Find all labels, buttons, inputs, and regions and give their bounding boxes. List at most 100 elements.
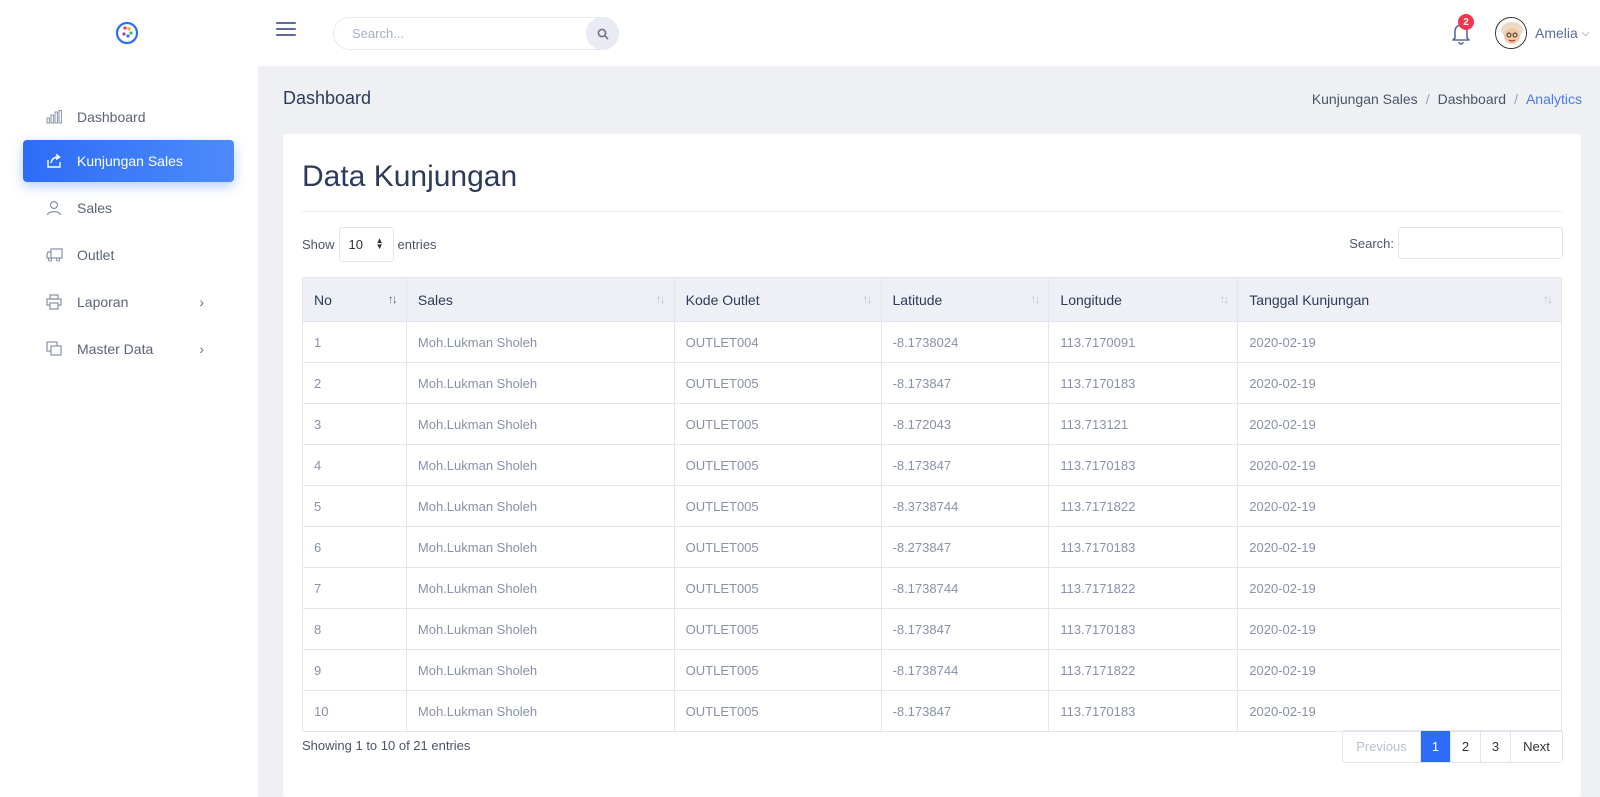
cell-no: 5: [302, 485, 407, 527]
cell-longitude: 113.7170183: [1048, 444, 1239, 486]
global-search-input[interactable]: [352, 18, 572, 49]
sidebar-item-label: Sales: [77, 200, 113, 216]
table-search-label: Search:: [1349, 235, 1394, 251]
copy-icon: [45, 340, 63, 358]
table-row: 5 Moh.Lukman Sholeh OUTLET005 -8.3738744 113…: [302, 485, 1562, 527]
truck-icon: [45, 246, 63, 264]
page-length-select[interactable]: 10 ▲ ▼: [338, 226, 394, 262]
table-row: 4 Moh.Lukman Sholeh OUTLET005 -8.173847 113.…: [302, 444, 1562, 486]
cell-latitude: -8.173847: [880, 444, 1050, 486]
column-header-latitude[interactable]: Latitude ↑↓: [880, 277, 1050, 322]
cell-kode-outlet: OUTLET005: [673, 485, 882, 527]
sort-icon: ↑↓: [655, 292, 666, 306]
column-header-kode-outlet[interactable]: Kode Outlet ↑↓: [673, 277, 882, 322]
show-label: Show: [302, 236, 335, 252]
cell-sales: Moh.Lukman Sholeh: [405, 485, 675, 527]
sort-arrows-icon: ▲ ▼: [375, 236, 384, 251]
app-logo-icon[interactable]: [114, 20, 140, 46]
user-name: Amelia: [1535, 25, 1578, 41]
cell-tanggal: 2020-02-19: [1237, 567, 1562, 609]
user-menu[interactable]: Amelia ⌵: [1495, 17, 1589, 49]
pagination-next-button[interactable]: Next: [1510, 731, 1562, 762]
cell-longitude: 113.7170091: [1048, 321, 1239, 363]
printer-icon: [45, 293, 63, 311]
menu-toggle-icon[interactable]: [276, 22, 296, 38]
sidebar-item-label: Kunjungan Sales: [77, 153, 183, 169]
page-title: Dashboard: [283, 88, 372, 108]
pagination: Previous 1 2 3 Next: [1342, 730, 1563, 763]
table-search: Search:: [1349, 227, 1563, 259]
breadcrumb-separator: /: [1514, 91, 1518, 107]
cell-latitude: -8.173847: [880, 608, 1050, 650]
cell-sales: Moh.Lukman Sholeh: [405, 567, 675, 609]
pagination-page-2[interactable]: 2: [1450, 731, 1480, 762]
cell-no: 4: [302, 444, 407, 486]
cell-sales: Moh.Lukman Sholeh: [405, 403, 675, 445]
sidebar-item-sales[interactable]: Sales: [23, 187, 234, 229]
sort-icon: ↑↓: [1030, 292, 1040, 306]
sidebar-item-master-data[interactable]: Master Data ›: [23, 328, 234, 370]
table-row: 2 Moh.Lukman Sholeh OUTLET005 -8.173847 113.…: [302, 362, 1562, 404]
cell-longitude: 113.7171822: [1048, 649, 1239, 691]
data-card: Data Kunjungan Show 10 ▲ ▼ entries Search…: [283, 134, 1581, 797]
table-row: 7 Moh.Lukman Sholeh OUTLET005 -8.1738744 113…: [302, 567, 1562, 609]
breadcrumb: Kunjungan Sales / Dashboard / Analytics: [1312, 91, 1582, 107]
cell-sales: Moh.Lukman Sholeh: [405, 649, 675, 691]
cell-tanggal: 2020-02-19: [1237, 526, 1562, 568]
table-search-input[interactable]: [1398, 227, 1563, 259]
cell-tanggal: 2020-02-19: [1237, 444, 1562, 486]
cell-no: 10: [302, 690, 407, 732]
table-row: 10 Moh.Lukman Sholeh OUTLET005 -8.173847 113…: [302, 690, 1562, 732]
pagination-page-1[interactable]: 1: [1420, 731, 1450, 762]
sidebar-item-label: Master Data: [77, 341, 154, 357]
cell-latitude: -8.273847: [880, 526, 1050, 568]
cell-latitude: -8.3738744: [880, 485, 1050, 527]
cell-no: 8: [302, 608, 407, 650]
cell-tanggal: 2020-02-19: [1237, 403, 1562, 445]
sidebar-item-label: Outlet: [77, 247, 115, 263]
sidebar-item-laporan[interactable]: Laporan ›: [23, 281, 234, 323]
cell-longitude: 113.713121: [1048, 403, 1239, 445]
cell-tanggal: 2020-02-19: [1237, 649, 1562, 691]
chevron-right-icon: ›: [199, 294, 204, 310]
page-length-value: 10: [348, 236, 363, 252]
cell-kode-outlet: OUTLET005: [673, 403, 882, 445]
table-row: 9 Moh.Lukman Sholeh OUTLET005 -8.1738744 113…: [302, 649, 1562, 691]
search-icon[interactable]: [586, 17, 619, 50]
column-header-tanggal-kunjungan[interactable]: Tanggal Kunjungan ↑↓: [1237, 277, 1562, 322]
cell-latitude: -8.1738744: [880, 567, 1050, 609]
column-header-longitude[interactable]: Longitude ↑↓: [1048, 277, 1239, 322]
pagination-previous-button[interactable]: Previous: [1343, 731, 1420, 762]
cell-kode-outlet: OUTLET004: [673, 321, 882, 363]
cell-longitude: 113.7170183: [1048, 608, 1239, 650]
pagination-page-3[interactable]: 3: [1480, 731, 1510, 762]
cell-no: 7: [302, 567, 407, 609]
column-header-sales[interactable]: Sales ↑↓: [405, 277, 675, 322]
cell-longitude: 113.7171822: [1048, 567, 1239, 609]
cell-longitude: 113.7170183: [1048, 690, 1239, 732]
sidebar-item-kunjungan-sales[interactable]: Kunjungan Sales: [23, 140, 234, 182]
cell-tanggal: 2020-02-19: [1237, 362, 1562, 404]
cell-kode-outlet: OUTLET005: [673, 567, 882, 609]
table-row: 1 Moh.Lukman Sholeh OUTLET004 -8.1738024 113…: [302, 321, 1562, 363]
cell-sales: Moh.Lukman Sholeh: [405, 362, 675, 404]
sidebar-item-label: Laporan: [77, 294, 129, 310]
breadcrumb-item-active: Analytics: [1525, 91, 1582, 107]
cell-latitude: -8.172043: [880, 403, 1050, 445]
column-header-no[interactable]: No ↑↓: [302, 277, 407, 322]
breadcrumb-item[interactable]: Dashboard: [1438, 91, 1507, 107]
cell-tanggal: 2020-02-19: [1237, 690, 1562, 732]
cell-no: 3: [302, 403, 407, 445]
entries-label: entries: [397, 236, 437, 252]
cell-latitude: -8.1738024: [880, 321, 1050, 363]
sidebar-item-dashboard[interactable]: Dashboard: [23, 96, 234, 138]
cell-sales: Moh.Lukman Sholeh: [405, 444, 675, 486]
sidebar-item-outlet[interactable]: Outlet: [23, 234, 234, 276]
breadcrumb-item[interactable]: Kunjungan Sales: [1312, 91, 1418, 107]
cell-latitude: -8.1738744: [880, 649, 1050, 691]
share-icon: [45, 152, 63, 170]
cell-longitude: 113.7170183: [1048, 526, 1239, 568]
avatar: [1495, 17, 1527, 49]
bar-chart-icon: [45, 108, 63, 126]
page-length-control: Show 10 ▲ ▼ entries: [302, 226, 437, 262]
